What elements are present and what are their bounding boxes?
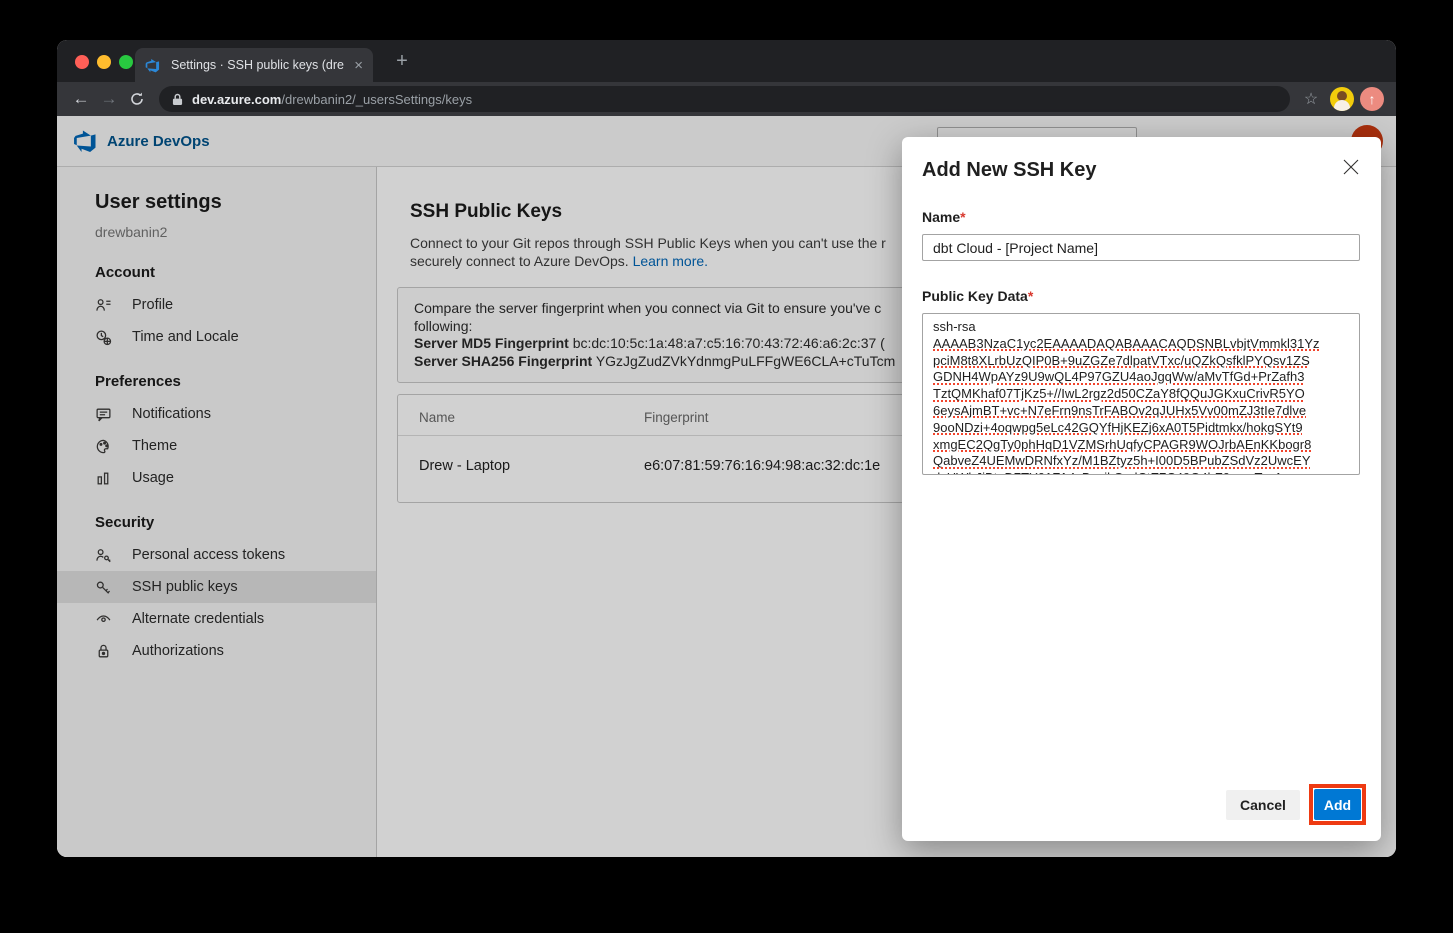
required-marker: * xyxy=(1028,288,1033,304)
url-host: dev.azure.com xyxy=(192,92,281,107)
url-text: dev.azure.com/drewbanin2/_usersSettings/… xyxy=(192,92,472,107)
tab-close-icon[interactable]: × xyxy=(354,58,363,73)
name-input[interactable] xyxy=(922,234,1360,261)
cancel-button[interactable]: Cancel xyxy=(1226,790,1300,820)
browser-tab-strip: Settings · SSH public keys (dre × + xyxy=(57,40,1396,82)
annotation-highlight-box: Add xyxy=(1309,784,1366,825)
public-key-data-label: Public Key Data* xyxy=(922,288,1361,304)
required-marker: * xyxy=(960,209,965,225)
modal-actions: Cancel Add xyxy=(1226,784,1366,825)
chrome-update-icon[interactable]: ↑ xyxy=(1360,87,1384,111)
forward-icon[interactable]: → xyxy=(95,89,123,109)
maximize-window-button[interactable] xyxy=(119,55,133,69)
add-button[interactable]: Add xyxy=(1314,789,1361,820)
new-tab-button[interactable]: + xyxy=(389,49,415,75)
minimize-window-button[interactable] xyxy=(97,55,111,69)
url-path: /drewbanin2/_usersSettings/keys xyxy=(281,92,472,107)
address-bar[interactable]: dev.azure.com/drewbanin2/_usersSettings/… xyxy=(159,86,1290,112)
modal-title: Add New SSH Key xyxy=(922,159,1361,182)
tab-title: Settings · SSH public keys (dre xyxy=(171,58,345,72)
browser-window: Settings · SSH public keys (dre × + ← → … xyxy=(57,40,1396,857)
azure-devops-favicon xyxy=(145,57,162,74)
modal-close-icon[interactable] xyxy=(1342,158,1360,176)
bookmark-star-icon[interactable]: ☆ xyxy=(1298,89,1324,109)
close-window-button[interactable] xyxy=(75,55,89,69)
lock-icon xyxy=(172,93,183,106)
browser-profile-avatar[interactable] xyxy=(1330,87,1354,111)
reload-icon[interactable] xyxy=(123,91,151,107)
back-icon[interactable]: ← xyxy=(67,89,95,109)
traffic-lights xyxy=(75,55,133,69)
add-ssh-key-modal: Add New SSH Key Name* Public Key Data* s… xyxy=(902,137,1381,841)
public-key-data-textarea[interactable]: ssh-rsa AAAAB3NzaC1yc2EAAAADAQABAAACAQDS… xyxy=(922,313,1360,475)
browser-tab[interactable]: Settings · SSH public keys (dre × xyxy=(135,48,373,82)
browser-toolbar: ← → dev.azure.com/drewbanin2/_usersSetti… xyxy=(57,82,1396,116)
name-field-label: Name* xyxy=(922,209,1361,225)
